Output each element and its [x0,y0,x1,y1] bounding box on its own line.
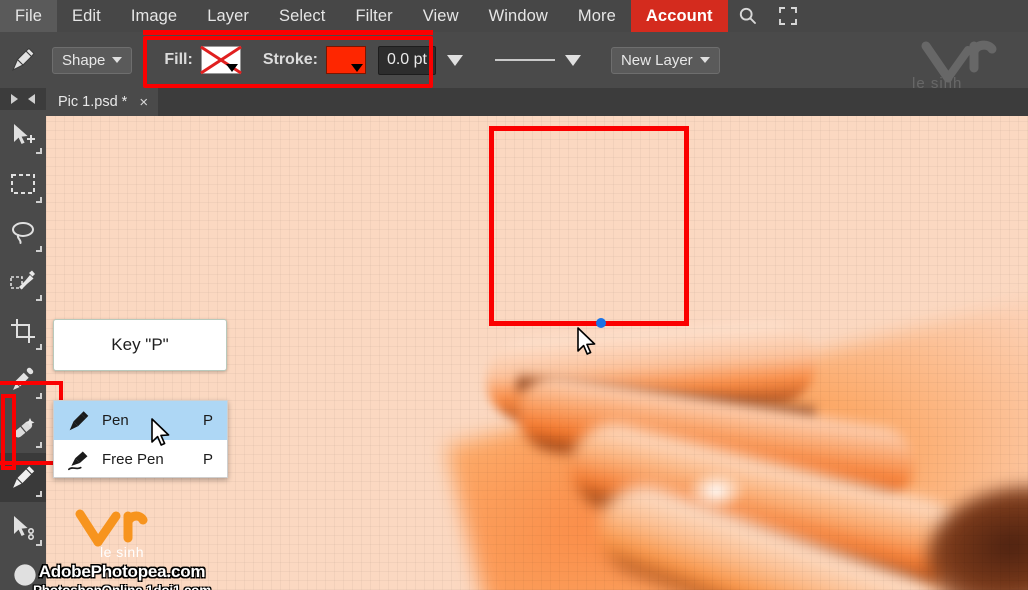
sidebar-item-lasso-tool[interactable] [0,208,46,257]
menu-item-more[interactable]: More [563,0,631,32]
menu-bar: File Edit Image Layer Select Filter View… [0,0,1028,32]
menu-item-file[interactable]: File [0,0,57,32]
hand-highlight-shape [686,471,746,511]
menu-item-view[interactable]: View [408,0,474,32]
tool-group-corner [36,197,42,203]
sidebar-item-crop-tool[interactable] [0,306,46,355]
stroke-style-dropdown[interactable] [494,54,581,66]
sidebar-item-marquee-tool[interactable] [0,159,46,208]
menu-item-select[interactable]: Select [264,0,340,32]
menu-item-free-pen[interactable]: Free Pen P [54,440,227,479]
menu-item-label: Account [645,6,713,25]
arrow-cursor-icon [576,327,598,364]
shape-mode-label: Shape [62,51,106,69]
menu-item-layer[interactable]: Layer [192,0,264,32]
stroke-swatch[interactable] [325,46,366,74]
menu-item-shortcut: P [202,412,213,429]
arrow-cursor-icon [150,418,172,455]
menu-item-window[interactable]: Window [474,0,563,32]
tool-group-corner [36,148,42,154]
options-bar: Shape Fill: Stroke: 0.0 pt New Layer [0,32,1028,88]
keyboard-shortcut-tooltip: Key "P" [53,319,227,371]
stroke-width-input[interactable]: 0.0 pt [377,45,436,75]
sidebar-item-move-tool[interactable] [0,110,46,159]
close-icon[interactable]: × [139,95,148,110]
menu-item-filter[interactable]: Filter [340,0,407,32]
sidebar-item-pen-tool[interactable] [0,453,46,502]
new-layer-dropdown[interactable]: New Layer [610,46,720,74]
menu-item-label: Image [130,6,178,25]
menu-item-label: More [577,6,616,25]
menu-item-edit[interactable]: Edit [57,0,116,32]
fill-swatch[interactable] [199,45,242,75]
menu-item-label: Layer [207,6,249,25]
sidebar-item-path-selection-tool[interactable] [0,502,46,551]
menu-item-label: View [422,6,459,25]
menu-item-label: File [15,6,42,25]
pen-tool-flyout-menu: Pen P Free Pen P [53,400,228,478]
chevron-down-icon [112,57,123,63]
collapse-arrows-icon[interactable] [0,88,46,110]
new-layer-label: New Layer [620,51,693,69]
tool-group-corner [36,540,42,546]
active-tool-icon [0,32,46,88]
chevron-down-icon [225,64,238,72]
tab-pic1-psd[interactable]: Pic 1.psd * × [46,88,159,116]
sidebar-item-healing-brush-tool[interactable] [0,404,46,453]
tool-group-corner [36,491,42,497]
menu-item-label: Edit [72,6,101,25]
tool-group-corner [36,393,42,399]
solid-line-icon [494,59,555,61]
sidebar-item-dodge-tool[interactable] [0,551,46,590]
tooltip-text: Key "P" [111,335,169,354]
pen-tool-icon [62,410,96,432]
stroke-width-value: 0.0 pt [386,51,427,68]
sidebar-item-quick-selection-tool[interactable] [0,257,46,306]
tool-group-corner [36,344,42,350]
fill-label: Fill: [164,51,193,68]
menu-item-label: Filter [355,6,393,25]
photopea-app-window: File Edit Image Layer Select Filter View… [0,0,1028,590]
shape-mode-dropdown[interactable]: Shape [52,46,133,74]
document-tab-bar: Pic 1.psd * × [46,88,1028,116]
stroke-width-dropdown-icon[interactable] [446,54,463,66]
menu-item-image[interactable]: Image [116,0,192,32]
tab-title: Pic 1.psd * [58,94,128,110]
tool-group-corner [36,295,42,301]
tool-group-corner [36,442,42,448]
chevron-down-icon [564,54,581,66]
tools-panel [0,88,46,590]
search-icon[interactable] [728,0,768,32]
stroke-label: Stroke: [262,51,318,68]
menu-item-shortcut: P [202,451,213,468]
tool-group-corner [36,246,42,252]
menu-item-pen[interactable]: Pen P [54,401,227,440]
menu-item-label: Window [488,6,548,25]
menu-item-label: Select [278,6,326,25]
free-pen-tool-icon [62,449,96,471]
menu-item-account[interactable]: Account [630,0,728,32]
chevron-down-icon [699,57,710,63]
fullscreen-icon[interactable] [768,0,808,32]
chevron-down-icon [350,64,363,72]
sidebar-item-eyedropper-tool[interactable] [0,355,46,404]
